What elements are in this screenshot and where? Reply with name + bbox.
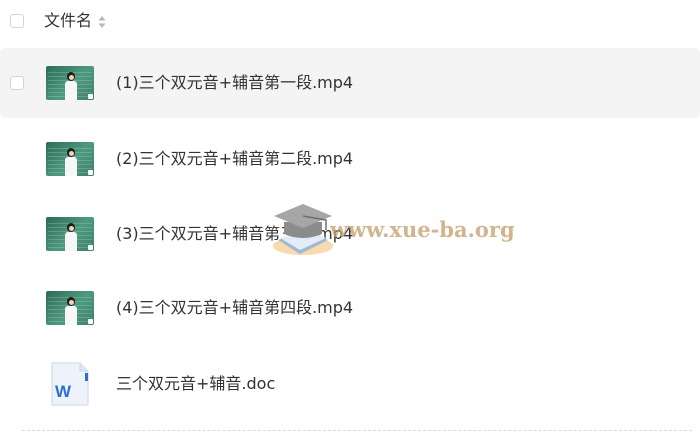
word-letter: W	[55, 382, 72, 401]
file-row[interactable]: (2)三个双元音+辅音第二段.mp4	[0, 124, 700, 194]
video-thumbnail	[46, 291, 94, 325]
file-list-header: 文件名	[0, 0, 700, 44]
filename-column-label: 文件名	[44, 11, 93, 30]
video-badge-icon	[88, 319, 93, 324]
file-name[interactable]: 三个双元音+辅音.doc	[116, 373, 275, 395]
video-badge-icon	[88, 94, 93, 99]
select-all-checkbox[interactable]	[10, 14, 24, 28]
file-name[interactable]: (2)三个双元音+辅音第二段.mp4	[116, 148, 353, 170]
word-document-icon: W	[51, 362, 89, 406]
file-name[interactable]: (3)三个双元音+辅音第三段.mp4	[116, 223, 353, 245]
file-list-panel: 文件名 (1)三个双元音+辅音第一段.mp4 (2)三个双元音+辅音第二段.mp	[0, 0, 700, 436]
file-row[interactable]: (1)三个双元音+辅音第一段.mp4	[0, 48, 700, 118]
file-row[interactable]: (4)三个双元音+辅音第四段.mp4	[0, 273, 700, 343]
file-name[interactable]: (1)三个双元音+辅音第一段.mp4	[116, 72, 353, 94]
list-divider	[22, 430, 692, 431]
sort-icon[interactable]	[98, 15, 106, 29]
file-name[interactable]: (4)三个双元音+辅音第四段.mp4	[116, 297, 353, 319]
file-row[interactable]: W 三个双元音+辅音.doc	[0, 349, 700, 419]
file-row[interactable]: (3)三个双元音+辅音第三段.mp4	[0, 199, 700, 269]
row-checkbox[interactable]	[10, 76, 24, 90]
filename-column-header[interactable]: 文件名	[44, 10, 106, 32]
video-thumbnail	[46, 66, 94, 100]
video-badge-icon	[88, 170, 93, 175]
video-thumbnail	[46, 217, 94, 251]
video-thumbnail	[46, 142, 94, 176]
video-badge-icon	[88, 245, 93, 250]
